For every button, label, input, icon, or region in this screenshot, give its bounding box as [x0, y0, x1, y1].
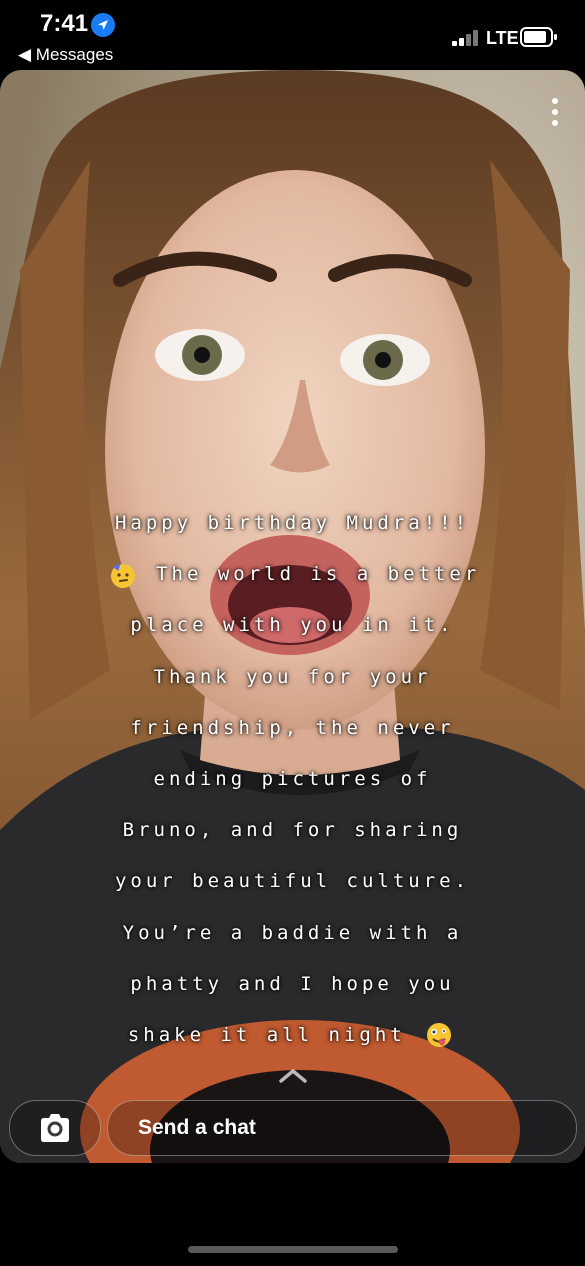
camera-button[interactable]: [9, 1100, 101, 1156]
caption-line: Happy birthday Mudra!!!: [114, 512, 471, 534]
snap-caption: Happy birthday Mudra!!! The world is a b…: [0, 498, 585, 1061]
more-vertical-icon[interactable]: [548, 96, 562, 128]
caption-line-text: The world is a better: [140, 563, 481, 586]
snap-view[interactable]: Happy birthday Mudra!!! The world is a b…: [0, 70, 585, 1163]
battery-icon: [520, 27, 557, 47]
status-bar: 7:41 ◀ Messages LTE: [0, 0, 585, 70]
caption-line: phatty and I hope you: [130, 972, 455, 995]
chat-placeholder: Send a chat: [138, 1116, 256, 1139]
caption-line: your beautiful culture.: [114, 870, 471, 893]
caption-line: You’re a baddie with a: [122, 921, 463, 944]
caption-line: place with you in it.: [130, 614, 455, 637]
status-time: 7:41: [40, 10, 89, 37]
caption-line: shake it all night: [0, 1010, 585, 1061]
caption-line: friendship, the never: [130, 716, 455, 739]
chevron-up-icon[interactable]: [278, 1068, 308, 1084]
caption-line: Thank you for your: [153, 665, 432, 688]
camera-icon: [41, 1114, 69, 1142]
caption-line-text: shake it all night: [127, 1023, 422, 1046]
network-label: LTE: [486, 28, 519, 48]
partying-face-emoji: [110, 562, 135, 588]
caption-line: ending pictures of: [153, 767, 432, 790]
back-to-messages-link[interactable]: ◀ Messages: [18, 45, 113, 65]
zany-face-emoji: [427, 1023, 452, 1048]
home-indicator[interactable]: [188, 1246, 398, 1253]
signal-bars-icon: [452, 30, 478, 46]
caption-line: Bruno, and for sharing: [122, 819, 463, 842]
location-arrow-icon: [91, 13, 115, 37]
send-chat-input[interactable]: Send a chat: [107, 1100, 577, 1156]
caption-line: The world is a better: [0, 549, 585, 600]
